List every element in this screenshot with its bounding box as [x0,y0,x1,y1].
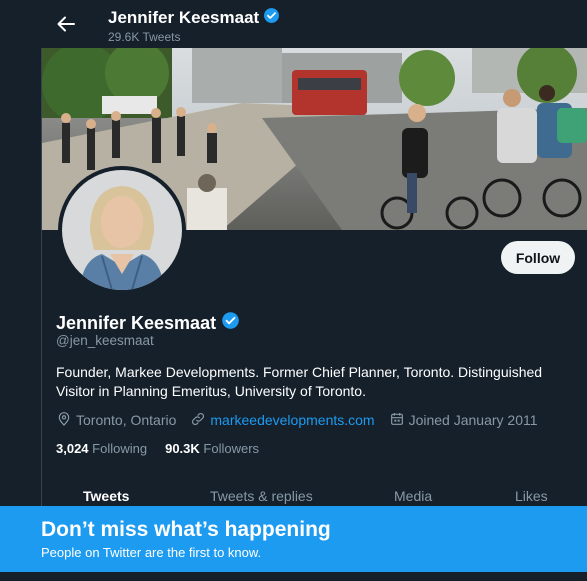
verified-badge-icon [221,311,240,335]
header-name-text: Jennifer Keesmaat [108,8,260,27]
location-pin-icon [56,411,72,430]
cta-subtitle: People on Twitter are the first to know. [41,545,262,560]
profile-bio: Founder, Markee Developments. Former Chi… [56,364,543,399]
tab-tweets-replies[interactable]: Tweets & replies [210,488,313,504]
top-bar: Jennifer Keesmaat 29.6K Tweets [0,0,587,48]
verified-badge-icon [263,7,280,29]
avatar[interactable] [58,166,186,294]
follow-stats: 3,024 Following 90.3K Followers [56,441,259,456]
website[interactable]: markeedevelopments.com [190,411,375,430]
location: Toronto, Ontario [56,411,176,430]
tab-tweets[interactable]: Tweets [83,488,129,504]
joined-text: Joined January 2011 [408,412,538,428]
followers-label: Followers [203,441,260,456]
followers-link[interactable]: 90.3K Followers [165,441,259,456]
cta-title: Don’t miss what’s happening [41,518,331,541]
location-text: Toronto, Ontario [76,412,177,428]
profile-name-text: Jennifer Keesmaat [56,312,217,333]
bottom-strip [0,572,587,581]
calendar-icon [389,411,405,430]
header-name: Jennifer Keesmaat [108,7,280,29]
followers-count: 90.3K [165,441,200,456]
profile-handle: @jen_keesmaat [56,333,154,348]
following-link[interactable]: 3,024 Following [56,441,147,456]
following-label: Following [92,441,148,456]
profile-name: Jennifer Keesmaat [56,311,240,335]
website-link[interactable]: markeedevelopments.com [210,412,374,428]
link-icon [190,411,206,430]
follow-button[interactable]: Follow [501,241,575,274]
profile-tabs: Tweets Tweets & replies Media Likes [42,482,587,508]
joined-date: Joined January 2011 [389,411,538,430]
tab-likes[interactable]: Likes [515,488,548,504]
arrow-left-icon[interactable] [55,13,77,35]
tweet-count: 29.6K Tweets [108,30,181,44]
profile-meta: Toronto, Ontario markeedevelopments.com … [56,411,552,429]
following-count: 3,024 [56,441,89,456]
signup-banner: Don’t miss what’s happening People on Tw… [0,506,587,572]
avatar-photo [62,170,182,290]
tab-media[interactable]: Media [394,488,432,504]
